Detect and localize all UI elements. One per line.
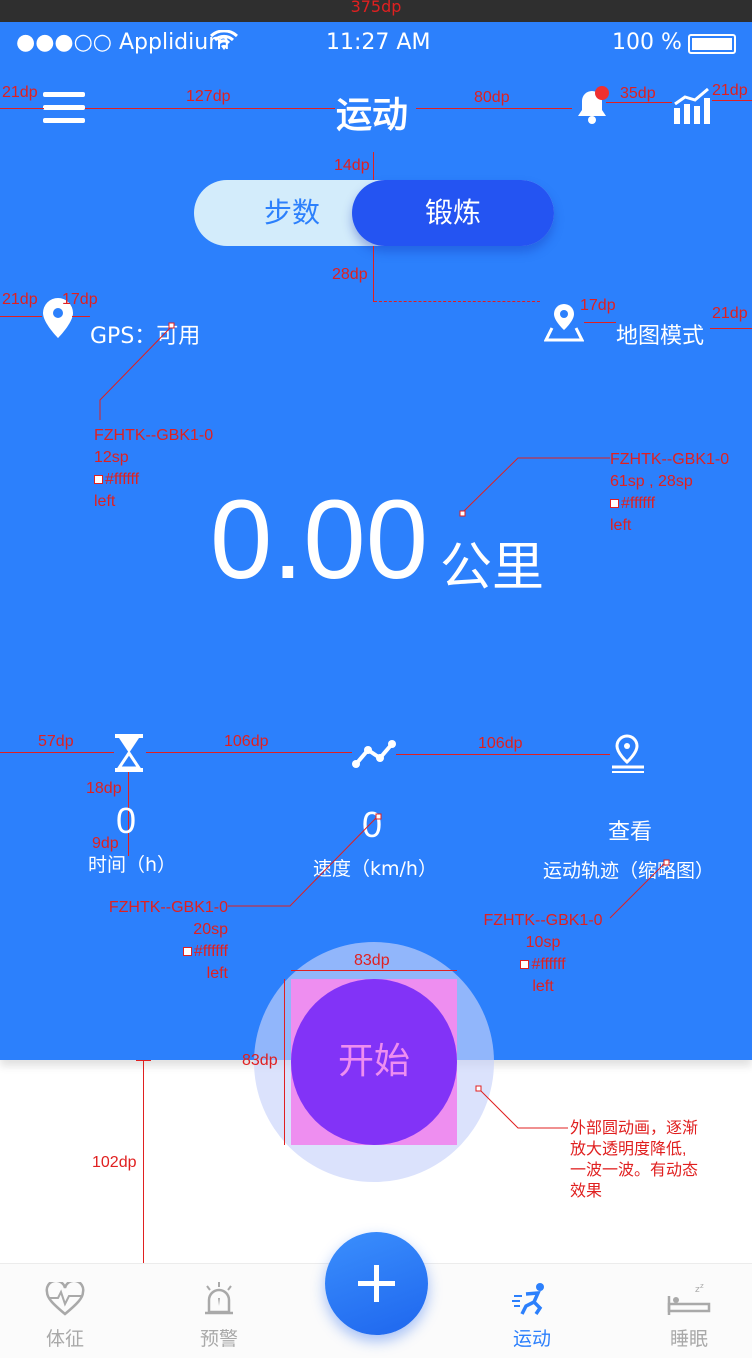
distance-unit: 公里 bbox=[440, 538, 545, 598]
ripple-note-leader bbox=[475, 1085, 576, 1140]
guide-dashed-line bbox=[374, 301, 540, 302]
start-width-label: 83dp bbox=[354, 952, 390, 969]
bottom-space-label: 102dp bbox=[92, 1154, 137, 1171]
stat-label-annotation-leader bbox=[609, 859, 670, 926]
sleep-bed-icon: zz bbox=[667, 1282, 711, 1315]
stat-value-annotation-leader bbox=[228, 813, 388, 920]
distance-font-spec: FZHTK--GBK1-0 61sp , 28sp #ffffff left bbox=[610, 451, 730, 534]
gps-annotation-leader bbox=[99, 322, 175, 422]
toggle-bottom-gap-label: 28dp bbox=[332, 266, 368, 283]
view-track-button[interactable]: 查看 bbox=[608, 814, 652, 846]
map-mode-button[interactable]: 地图模式 bbox=[616, 318, 704, 350]
tab-alert-label: 预警 bbox=[199, 1328, 238, 1350]
wifi-icon bbox=[209, 29, 239, 58]
stats-left-label: 57dp bbox=[38, 733, 74, 750]
ripple-animation-note: 外部圆动画，逐渐 放大透明度降低, 一波一波。有动态 效果 bbox=[570, 1120, 699, 1200]
trend-chart-icon[interactable] bbox=[672, 86, 712, 130]
distance-annotation-leader bbox=[459, 457, 612, 522]
gps-margin-label: 21dp bbox=[2, 291, 38, 308]
tab-sleep[interactable]: zz 睡眠 bbox=[634, 1282, 744, 1351]
gps-icon-gap-label: 17dp bbox=[62, 291, 98, 308]
tab-vitals[interactable]: 体征 bbox=[10, 1279, 120, 1351]
plus-icon bbox=[358, 1265, 395, 1302]
tab-exercise-label: 运动 bbox=[512, 1328, 551, 1350]
gps-font-spec: FZHTK--GBK1-0 12sp #ffffff left bbox=[94, 427, 214, 510]
tab-alert[interactable]: 预警 bbox=[164, 1282, 274, 1351]
map-margin-label: 21dp bbox=[712, 305, 748, 322]
stat-value-font-spec: FZHTK--GBK1-0 20sp #ffffff left bbox=[108, 899, 228, 982]
tab-workout[interactable]: 锻炼 bbox=[352, 180, 554, 246]
stat-time-value: 0 bbox=[116, 800, 137, 841]
stat-time-label: 时间（h） bbox=[88, 854, 177, 876]
alarm-light-icon bbox=[205, 1282, 233, 1315]
start-height-label: 83dp bbox=[242, 1052, 278, 1069]
tab-exercise[interactable]: 运动 bbox=[477, 1282, 587, 1351]
menu-margin-label: 21dp bbox=[2, 84, 38, 101]
map-mode-icon[interactable] bbox=[543, 302, 585, 346]
speed-line-icon bbox=[352, 740, 396, 774]
carrier-signal: ●●●○○ Applidium bbox=[16, 30, 230, 55]
stats-gap-2-label: 106dp bbox=[478, 735, 523, 752]
battery-percent: 100 % bbox=[612, 30, 682, 55]
toggle-top-gap-label: 14dp bbox=[334, 157, 370, 174]
canvas-width-annotation: 375dp bbox=[0, 0, 752, 22]
title-to-bell-label: 80dp bbox=[474, 89, 510, 106]
tab-sleep-label: 睡眠 bbox=[669, 1328, 708, 1350]
add-button[interactable] bbox=[325, 1232, 428, 1335]
menu-to-title-label: 127dp bbox=[186, 88, 231, 105]
page-title: 运动 bbox=[336, 95, 409, 136]
location-track-icon[interactable] bbox=[608, 734, 646, 778]
tab-vitals-label: 体征 bbox=[45, 1328, 84, 1350]
battery-icon bbox=[688, 34, 736, 54]
chart-margin-label: 21dp bbox=[712, 82, 748, 99]
bell-to-chart-label: 35dp bbox=[620, 85, 656, 102]
stat-label-font-spec: FZHTK--GBK1-0 10sp #ffffff left bbox=[483, 912, 603, 995]
distance-value: 0.00 bbox=[210, 477, 428, 602]
svg-text:z: z bbox=[700, 1282, 704, 1290]
clock-time: 11:27 AM bbox=[326, 30, 431, 55]
map-icon-gap-label: 17dp bbox=[580, 297, 616, 314]
running-icon bbox=[512, 1283, 544, 1315]
canvas-width-label: 375dp bbox=[350, 0, 402, 16]
icon-to-value-label: 18dp bbox=[86, 780, 122, 797]
bell-icon[interactable] bbox=[572, 84, 612, 130]
stats-gap-1-label: 106dp bbox=[224, 733, 269, 750]
hamburger-menu-icon[interactable] bbox=[43, 90, 85, 126]
hourglass-icon bbox=[114, 734, 144, 776]
start-button[interactable]: 开始 bbox=[291, 979, 457, 1145]
mode-toggle: 步数 锻炼 bbox=[194, 180, 554, 246]
heart-pulse-icon bbox=[45, 1279, 85, 1316]
